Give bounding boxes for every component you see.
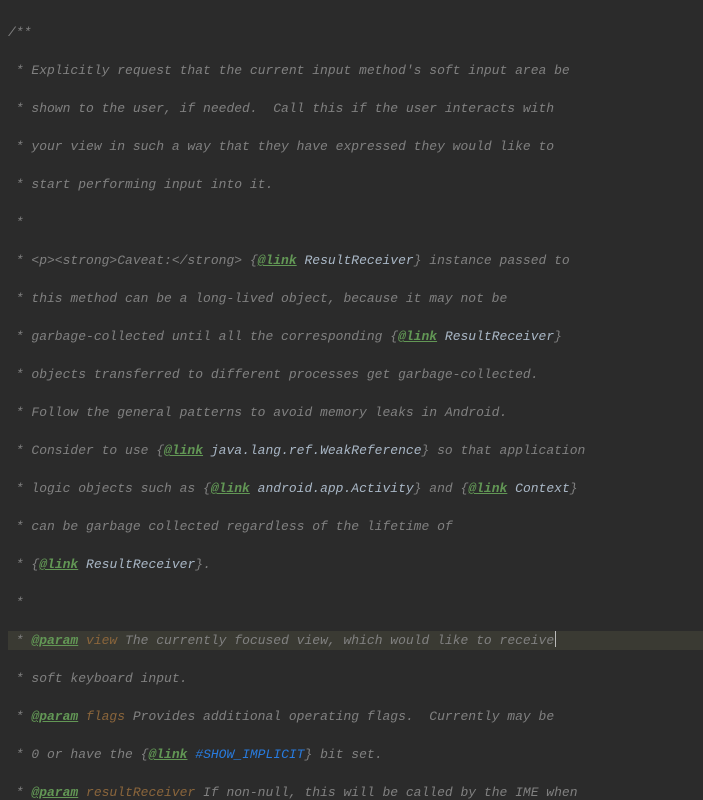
comment-line: * logic objects such as {@link android.a… (8, 479, 703, 498)
text-caret (555, 631, 556, 647)
comment-line: * shown to the user, if needed. Call thi… (8, 99, 703, 118)
comment-line: * (8, 213, 703, 232)
comment-line: * your view in such a way that they have… (8, 137, 703, 156)
comment-line: /** (8, 23, 703, 42)
comment-line: * {@link ResultReceiver}. (8, 555, 703, 574)
comment-line: * @param flags Provides additional opera… (8, 707, 703, 726)
comment-line: * Follow the general patterns to avoid m… (8, 403, 703, 422)
comment-line: * objects transferred to different proce… (8, 365, 703, 384)
comment-line: * soft keyboard input. (8, 669, 703, 688)
comment-line-highlighted: * @param view The currently focused view… (8, 631, 703, 650)
comment-line: * @param resultReceiver If non-null, thi… (8, 783, 703, 800)
comment-line: * Explicitly request that the current in… (8, 61, 703, 80)
comment-line: * Consider to use {@link java.lang.ref.W… (8, 441, 703, 460)
comment-line: * garbage-collected until all the corres… (8, 327, 703, 346)
comment-line: * <p><strong>Caveat:</strong> {@link Res… (8, 251, 703, 270)
comment-line: * this method can be a long-lived object… (8, 289, 703, 308)
comment-line: * start performing input into it. (8, 175, 703, 194)
comment-line: * can be garbage collected regardless of… (8, 517, 703, 536)
code-editor[interactable]: /** * Explicitly request that the curren… (0, 0, 703, 800)
comment-line: * 0 or have the {@link #SHOW_IMPLICIT} b… (8, 745, 703, 764)
comment-line: * (8, 593, 703, 612)
